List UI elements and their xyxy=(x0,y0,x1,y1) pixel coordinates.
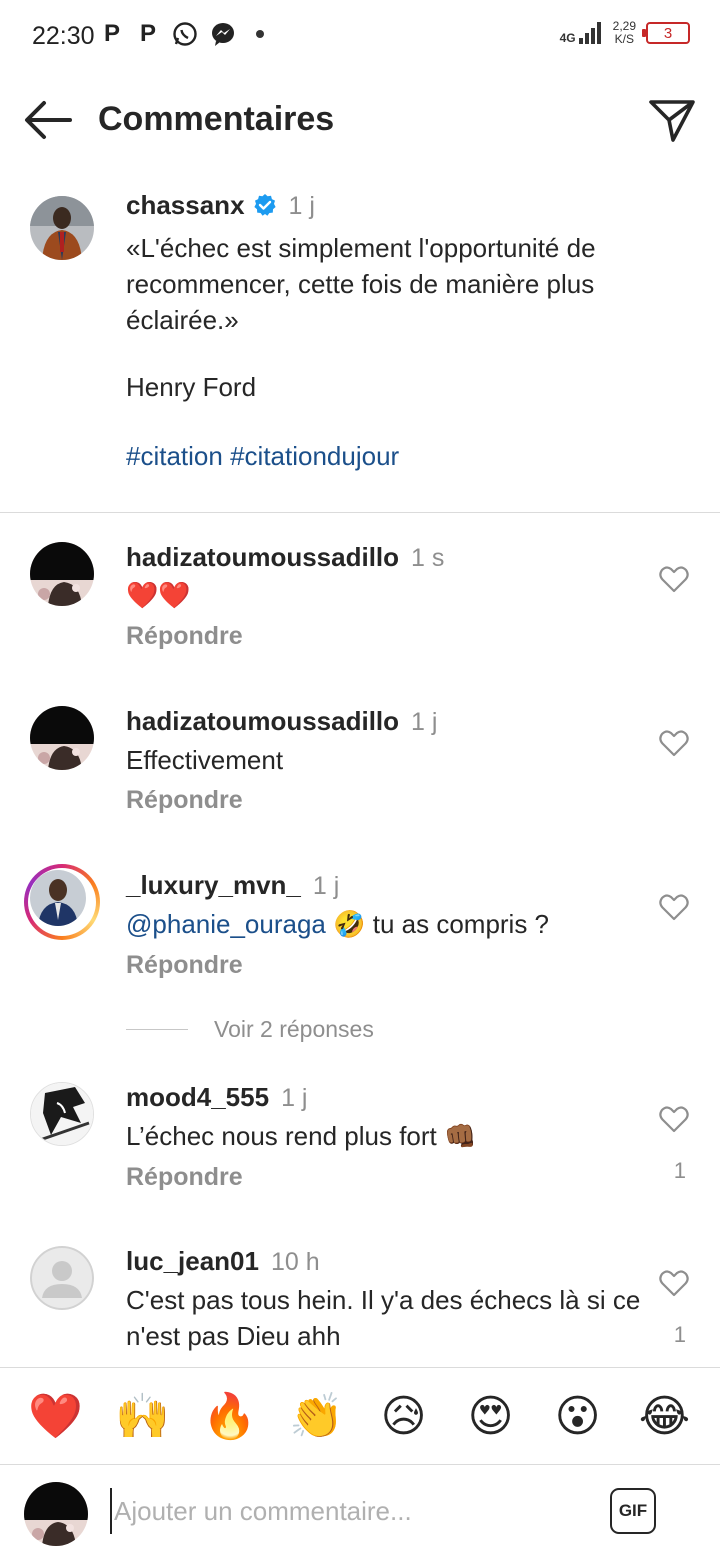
reply-button[interactable]: Répondre xyxy=(126,622,243,651)
comment-body: mood4_555 1 j L’échec nous rend plus fort… xyxy=(126,1082,646,1192)
status-bar: 22:30 P P 4G 2,29 K/S 3 xyxy=(0,0,720,72)
quick-reaction-bar: ❤️ 🙌 🔥 👏 😥 😍 😮 😂 xyxy=(0,1367,720,1465)
view-replies-button[interactable]: Voir 2 réponses xyxy=(126,1016,374,1043)
username[interactable]: chassanx xyxy=(126,190,245,220)
notification-icons: P P xyxy=(100,20,264,48)
reaction-laugh[interactable]: 😂 xyxy=(633,1391,697,1442)
emoji: 🤣 xyxy=(333,910,366,940)
avatar[interactable] xyxy=(30,1246,94,1310)
heart-icon[interactable] xyxy=(658,564,690,594)
heart-icon[interactable] xyxy=(658,1268,690,1298)
like-count: 1 xyxy=(673,1158,686,1183)
network-speed: 2,29 K/S xyxy=(612,19,636,46)
current-user-avatar xyxy=(24,1482,88,1546)
comment-input-bar: GIF xyxy=(0,1466,720,1560)
comment-time: 10 h xyxy=(270,1248,320,1276)
hashtag-link[interactable]: #citationdujour xyxy=(230,441,399,471)
comment-time: 1 j xyxy=(312,872,340,900)
page-title: Commentaires xyxy=(98,100,335,138)
username[interactable]: hadizatoumoussadillo xyxy=(126,542,399,572)
comment-text: L’échec nous rend plus fort 👊🏾 xyxy=(126,1118,646,1155)
reaction-fire[interactable]: 🔥 xyxy=(198,1390,262,1442)
reaction-sad[interactable]: 😥 xyxy=(372,1391,436,1442)
view-replies-label: Voir 2 réponses xyxy=(214,1016,374,1042)
avatar[interactable] xyxy=(30,542,94,606)
battery-level: 3 xyxy=(663,24,673,42)
reaction-surprised[interactable]: 😮 xyxy=(546,1391,610,1442)
reply-button[interactable]: Répondre xyxy=(126,951,243,980)
network-type: 4G xyxy=(559,31,576,45)
reaction-clap[interactable]: 👏 xyxy=(285,1390,349,1442)
divider xyxy=(126,1029,188,1030)
comment-body: hadizatoumoussadillo 1 j Effectivement Ré… xyxy=(126,706,646,815)
status-time: 22:30 xyxy=(32,22,95,50)
post-time: 1 j xyxy=(288,192,315,220)
emoji: 👊🏾 xyxy=(444,1122,477,1152)
back-arrow-icon[interactable] xyxy=(22,98,74,142)
reaction-raised-hands[interactable]: 🙌 xyxy=(111,1390,175,1442)
whatsapp-icon xyxy=(173,22,197,46)
comment-text-body: L’échec nous rend plus fort xyxy=(126,1121,437,1151)
comment-body: _luxury_mvn_ 1 j @phanie_ouraga 🤣 tu as c… xyxy=(126,870,646,980)
reaction-heart-eyes[interactable]: 😍 xyxy=(459,1391,523,1442)
comment-time: 1 j xyxy=(411,708,438,736)
parking-app-icon: P xyxy=(103,20,120,47)
avatar[interactable] xyxy=(30,706,94,770)
gif-button[interactable]: GIF xyxy=(610,1488,656,1534)
messenger-icon xyxy=(212,23,234,46)
heart-icon[interactable] xyxy=(658,728,690,758)
comment-text: Effectivement xyxy=(126,745,284,775)
username[interactable]: luc_jean01 xyxy=(126,1246,259,1276)
avatar[interactable] xyxy=(30,1082,94,1146)
mention-link[interactable]: @phanie_ouraga xyxy=(126,909,326,939)
battery-icon: 3 xyxy=(642,22,690,44)
caption-author: Henry Ford xyxy=(126,372,257,402)
more-notifications-dot xyxy=(256,30,264,38)
story-ring[interactable] xyxy=(24,864,100,940)
comment-time: 1 j xyxy=(281,1084,308,1112)
status-right: 4G 2,29 K/S 3 xyxy=(560,20,690,46)
like-count: 1 xyxy=(673,1322,686,1347)
comment-time: 1 s xyxy=(411,544,445,572)
header: Commentaires xyxy=(0,82,720,158)
signal-icon xyxy=(578,22,601,44)
avatar[interactable] xyxy=(30,196,94,260)
comment-text: @phanie_ouraga 🤣 tu as compris ? xyxy=(126,906,646,943)
parking-app-icon: P xyxy=(139,20,156,47)
heart-icon[interactable] xyxy=(658,1104,690,1134)
username[interactable]: mood4_555 xyxy=(126,1082,269,1112)
caption-header: chassanx 1 j xyxy=(126,190,686,228)
share-send-icon[interactable] xyxy=(648,96,696,144)
comment-text: ❤️❤️ xyxy=(126,581,191,611)
caption-body: chassanx 1 j «L'échec est simplement l'o… xyxy=(126,190,686,472)
caption-hashtags: #citation #citationdujour xyxy=(126,441,686,472)
reply-button[interactable]: Répondre xyxy=(126,786,243,815)
caption-quote: «L'échec est simplement l'opportunité de… xyxy=(126,233,596,335)
reaction-heart[interactable]: ❤️ xyxy=(24,1390,88,1442)
avatar[interactable] xyxy=(30,870,86,926)
comment-text-body: tu as compris ? xyxy=(372,909,550,939)
comment-text: C'est pas tous hein. Il y'a des échecs l… xyxy=(126,1285,641,1351)
reply-button[interactable]: Répondre xyxy=(126,1163,243,1192)
comment-body: luc_jean01 10 h C'est pas tous hein. Il y… xyxy=(126,1246,646,1354)
hashtag-link[interactable]: #citation xyxy=(126,441,223,471)
heart-icon[interactable] xyxy=(658,892,690,922)
network-indicator: 4G xyxy=(560,22,603,44)
username[interactable]: _luxury_mvn_ xyxy=(126,870,301,900)
comment-body: hadizatoumoussadillo 1 s ❤️❤️ Répondre xyxy=(126,542,646,651)
divider xyxy=(0,512,720,513)
verified-badge-icon xyxy=(253,194,276,216)
username[interactable]: hadizatoumoussadillo xyxy=(126,706,399,736)
comment-input[interactable] xyxy=(110,1488,580,1534)
